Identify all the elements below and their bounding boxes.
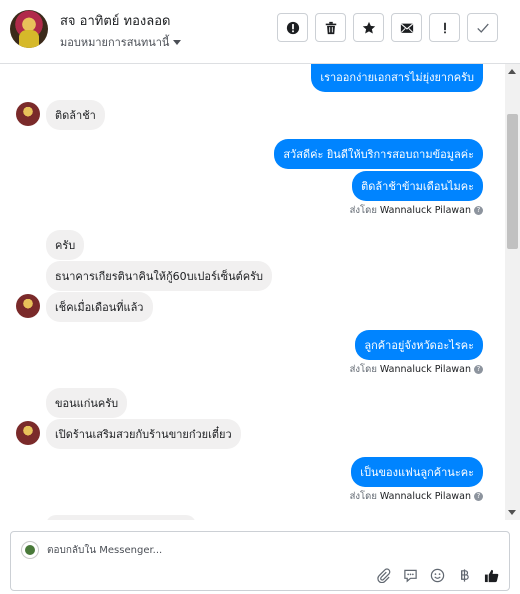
message-row-outgoing: สวัสดีค่ะ ยินดีให้บริการสอบถามข้อมูลค่ะ — [274, 139, 483, 169]
contact-avatar-small[interactable] — [16, 421, 40, 445]
scroll-down-arrow-icon[interactable] — [508, 510, 516, 515]
message-row-incoming: ธนาคารเกียรตินาคินให้กู้60บเปอร์เซ็นต์คร… — [46, 261, 273, 291]
contact-name[interactable]: สจ อาทิตย์ ทองลอด — [60, 10, 171, 31]
mark-done-button[interactable] — [467, 13, 498, 42]
caret-down-icon — [173, 40, 182, 45]
sent-by-prefix: ส่งโดย — [349, 491, 377, 502]
message-row-incoming: ติดล้าช้า — [46, 100, 105, 130]
saved-replies-button[interactable] — [402, 567, 418, 583]
message-bubble-incoming[interactable]: เปิดร้านเสริมสวยกับร้านขายก๋วยเตี๋ยว — [46, 419, 241, 449]
help-icon[interactable]: ? — [474, 365, 483, 374]
star-button[interactable] — [353, 13, 384, 42]
paperclip-icon — [376, 567, 390, 583]
exclamation-icon — [443, 22, 446, 33]
payment-button[interactable] — [456, 567, 472, 583]
follow-up-button[interactable] — [429, 13, 460, 42]
assign-label: มอบหมายการสนทนานี้ — [60, 36, 170, 49]
check-icon — [476, 23, 489, 33]
envelope-icon — [400, 23, 413, 33]
message-row-incoming: เช็คเมื่อเดือนที่แล้ว — [46, 292, 153, 322]
message-row-incoming: ขอนแก่นครับ — [46, 388, 128, 418]
message-scrollbar[interactable] — [505, 64, 520, 520]
sent-by-agent[interactable]: Wannaluck Pilawan — [380, 491, 471, 502]
message-bubble-outgoing[interactable]: สวัสดีค่ะ ยินดีให้บริการสอบถามข้อมูลค่ะ — [274, 139, 483, 169]
sent-by-prefix: ส่งโดย — [349, 364, 377, 375]
sent-by-label: ส่งโดย Wannaluck Pilawan ? — [350, 362, 483, 377]
scrollbar-thumb[interactable] — [507, 114, 518, 249]
trash-icon — [325, 21, 336, 34]
chat-bubble-icon — [403, 569, 417, 582]
scroll-up-arrow-icon[interactable] — [508, 69, 516, 74]
help-icon[interactable]: ? — [474, 206, 483, 215]
message-bubble-outgoing[interactable]: ติดล้าช้าข้ามเดือนไมคะ — [352, 171, 483, 201]
contact-avatar-small[interactable] — [16, 102, 40, 126]
composer-actions — [375, 567, 499, 583]
message-bubble-incoming[interactable]: ธนาคารเกียรตินาคินให้กู้60บเปอร์เซ็นต์คร… — [46, 261, 273, 291]
message-row-incoming: เปิดร้านเสริมสวยกับร้านขายก๋วยเตี๋ยว — [46, 419, 241, 449]
delete-button[interactable] — [315, 13, 346, 42]
conversation-header: สจ อาทิตย์ ทองลอด มอบหมายการสนทนานี้ — [0, 0, 520, 64]
alert-circle-icon — [286, 21, 299, 34]
message-bubble-incoming[interactable]: เช็คเมื่อเดือนที่แล้ว — [46, 292, 153, 322]
sent-by-label: ส่งโดย Wannaluck Pilawan ? — [350, 203, 483, 218]
message-bubble-incoming[interactable]: ครับ — [46, 230, 85, 260]
page-avatar — [21, 541, 39, 559]
message-bubble-incoming[interactable]: ติดล้าช้า — [46, 100, 105, 130]
sent-by-label: ส่งโดย Wannaluck Pilawan ? — [350, 489, 483, 504]
star-icon — [362, 21, 375, 34]
assign-conversation-dropdown[interactable]: มอบหมายการสนทนานี้ — [60, 33, 182, 51]
message-thread[interactable]: เราออกง่ายเอกสารไม่ยุ่งยากครับ ติดล้าช้า… — [0, 64, 505, 520]
attachment-button[interactable] — [375, 567, 391, 583]
message-row-incoming: ครับ — [46, 230, 85, 260]
message-bubble-outgoing[interactable]: เราออกง่ายเอกสารไม่ยุ่งยากครับ — [311, 64, 483, 92]
baht-icon — [460, 568, 469, 582]
mark-unread-button[interactable] — [391, 13, 422, 42]
smiley-icon — [430, 568, 444, 582]
conversation-toolbar — [277, 13, 498, 42]
sent-by-prefix: ส่งโดย — [349, 205, 377, 216]
message-bubble-outgoing[interactable]: ลูกค้าอยู่จังหวัดอะไรคะ — [355, 330, 483, 360]
contact-avatar-small[interactable] — [16, 294, 40, 318]
sent-by-agent[interactable]: Wannaluck Pilawan — [380, 364, 471, 375]
reply-composer — [10, 531, 510, 591]
mark-spam-button[interactable] — [277, 13, 308, 42]
message-bubble-incoming[interactable]: ขอนแก่นครับ — [46, 388, 128, 418]
emoji-button[interactable] — [429, 567, 445, 583]
message-row-outgoing: ติดล้าช้าข้ามเดือนไมคะ — [352, 171, 483, 201]
like-button[interactable] — [483, 567, 499, 583]
thumbs-up-icon — [484, 569, 498, 582]
help-icon[interactable]: ? — [474, 492, 483, 501]
reply-input[interactable] — [47, 541, 347, 559]
message-row-outgoing: เป็นของแฟนลูกค้านะคะ — [351, 457, 483, 487]
message-bubble-incoming-partial — [46, 515, 196, 520]
sent-by-agent[interactable]: Wannaluck Pilawan — [380, 205, 471, 216]
message-bubble-outgoing[interactable]: เป็นของแฟนลูกค้านะคะ — [351, 457, 483, 487]
contact-avatar[interactable] — [10, 10, 48, 48]
message-row-outgoing: เราออกง่ายเอกสารไม่ยุ่งยากครับ — [311, 64, 483, 92]
message-row-outgoing: ลูกค้าอยู่จังหวัดอะไรคะ — [355, 330, 483, 360]
